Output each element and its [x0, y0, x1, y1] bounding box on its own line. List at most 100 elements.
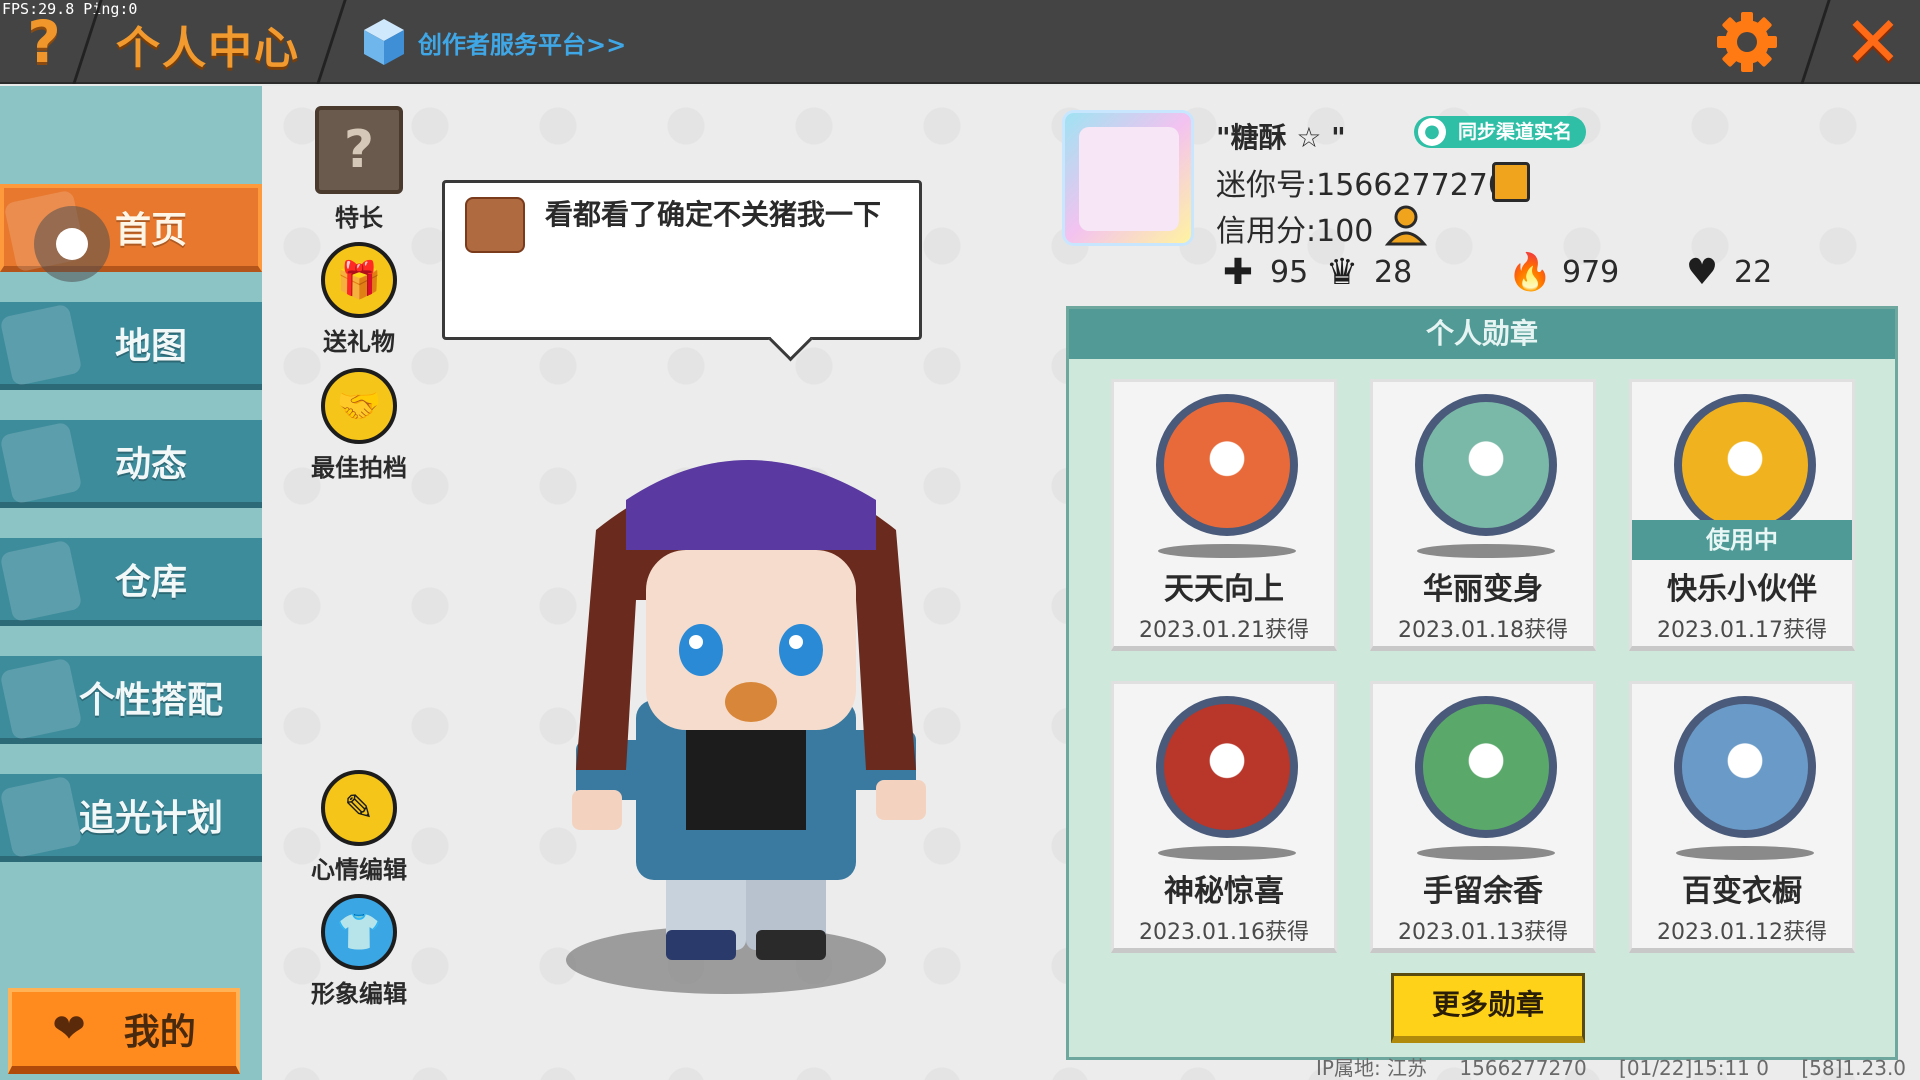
nickname: "糖酥 ☆ " [1216, 121, 1346, 154]
sync-badge-label: 同步渠道实名 [1458, 121, 1573, 143]
medal-name: 天天向上 [1164, 572, 1284, 607]
medal-shadow [1417, 846, 1555, 860]
medal-panel-title: 个人勋章 [1069, 309, 1895, 359]
medal-shadow [1158, 846, 1296, 860]
sidebar-item-chase-light[interactable]: 追光计划 [0, 774, 262, 862]
copy-icon[interactable] [1492, 162, 1530, 202]
medal-name: 华丽变身 [1423, 572, 1543, 607]
ip-location: IP属地: 江苏 [1316, 1056, 1428, 1080]
sidebar-item-outfit[interactable]: 个性搭配 [0, 656, 262, 744]
mood-bubble[interactable]: 看都看了确定不关猪我一下 [442, 180, 922, 340]
action-label: 心情编辑 [311, 856, 407, 884]
specialty-button[interactable]: ? 特长 [304, 106, 414, 233]
sidebar-item-map[interactable]: 地图 [0, 302, 262, 390]
action-label: 最佳拍档 [311, 454, 407, 482]
medal-date: 2023.01.17获得 [1657, 618, 1827, 643]
medal-card[interactable]: 华丽变身 2023.01.18获得 [1370, 379, 1596, 651]
medal-card[interactable]: 天天向上 2023.01.21获得 [1111, 379, 1337, 651]
sidebar-item-warehouse[interactable]: 仓库 [0, 538, 262, 626]
mine-label: 我的 [123, 1012, 196, 1053]
stat-popularity[interactable]: 🔥 979 [1507, 248, 1620, 296]
footer-version: [58]1.23.0 [1801, 1056, 1907, 1080]
credit-user-icon[interactable] [1384, 204, 1428, 248]
action-label: 送礼物 [323, 328, 395, 356]
mood-edit-button[interactable]: ✎ 心情编辑 [304, 770, 414, 885]
creator-platform-link[interactable]: 创作者服务平台>> [362, 14, 626, 70]
medal-shadow [1676, 846, 1814, 860]
stat-plus[interactable]: ✚ 95 [1218, 248, 1308, 296]
medal-date: 2023.01.13获得 [1398, 920, 1568, 945]
heart-icon: ♥ [1685, 251, 1719, 293]
mood-text: 看都看了确定不关猪我一下 [545, 198, 882, 231]
mine-button[interactable]: ❤ 我的 [8, 988, 240, 1074]
edit-icon: ✎ [321, 770, 397, 846]
stat-likes[interactable]: ♥ 22 [1682, 248, 1772, 296]
sync-realname-badge[interactable]: ● 同步渠道实名 [1414, 116, 1587, 148]
creator-link-label: 创作者服务平台>> [418, 30, 627, 59]
heart-icon: ❤ [52, 1006, 86, 1052]
in-use-badge: 使用中 [1632, 520, 1852, 560]
action-label: 特长 [335, 204, 383, 232]
medal-card[interactable]: 使用中 快乐小伙伴 2023.01.17获得 [1629, 379, 1855, 651]
footer-time: [01/22]15:11 0 [1619, 1056, 1769, 1080]
sidebar-item-feed[interactable]: 动态 [0, 420, 262, 508]
footer-info: IP属地: 江苏 1566277270 [01/22]15:11 0 [58]1… [1316, 1052, 1920, 1080]
send-gift-button[interactable]: 🎁 送礼物 [304, 242, 414, 357]
question-box-icon: ? [315, 106, 403, 194]
warehouse-icon [0, 539, 83, 623]
medal-card[interactable]: 百变衣橱 2023.01.12获得 [1629, 681, 1855, 953]
action-label: 形象编辑 [311, 980, 407, 1008]
medal-name: 百变衣橱 [1682, 874, 1802, 909]
medal-icon [1415, 394, 1557, 536]
avatar-image [1079, 127, 1179, 231]
divider [316, 0, 347, 84]
best-partner-button[interactable]: 🤝 最佳拍档 [304, 368, 414, 483]
bell-icon [0, 421, 83, 505]
stat-value: 28 [1374, 254, 1413, 290]
medal-card[interactable]: 神秘惊喜 2023.01.16获得 [1111, 681, 1337, 953]
stat-fans[interactable]: ♛ 28 [1322, 248, 1412, 296]
page-title: 个人中心 [116, 23, 300, 74]
gear-icon[interactable] [1714, 10, 1780, 74]
sidebar-item-label: 仓库 [114, 562, 187, 603]
outfit-icon [0, 657, 83, 741]
medal-card[interactable]: 手留余香 2023.01.13获得 [1370, 681, 1596, 953]
medal-date: 2023.01.12获得 [1657, 920, 1827, 945]
map-icon [0, 303, 83, 387]
medal-panel: 个人勋章 天天向上 2023.01.21获得 华丽变身 2023.01.18获得… [1066, 306, 1898, 1060]
medal-name: 神秘惊喜 [1164, 874, 1284, 909]
mini-id: 迷你号:1566277270 [1216, 168, 1507, 203]
medal-icon [1674, 394, 1816, 536]
medal-date: 2023.01.16获得 [1139, 920, 1309, 945]
divider [1800, 0, 1831, 84]
fans-icon: ♛ [1325, 251, 1359, 293]
cube-icon [364, 19, 404, 65]
medal-date: 2023.01.18获得 [1398, 618, 1568, 643]
stat-value: 22 [1734, 254, 1773, 290]
sidebar-item-label: 地图 [114, 326, 187, 367]
footer-uid: 1566277270 [1459, 1056, 1587, 1080]
medal-icon [1156, 394, 1298, 536]
handshake-icon: 🤝 [321, 368, 397, 444]
medal-shadow [1158, 544, 1296, 558]
chase-light-icon [0, 775, 83, 859]
close-icon[interactable]: ✕ [1840, 6, 1906, 78]
medal-name: 手留余香 [1423, 874, 1543, 909]
more-medals-button[interactable]: 更多勋章 [1391, 973, 1585, 1043]
avatar-edit-button[interactable]: 👕 形象编辑 [304, 894, 414, 1009]
stat-value: 979 [1562, 254, 1620, 290]
mood-avatar-icon [465, 197, 525, 253]
medal-icon [1156, 696, 1298, 838]
medal-shadow [1417, 544, 1555, 558]
stat-value: 95 [1270, 254, 1309, 290]
character-avatar[interactable] [536, 440, 966, 1010]
user-icon: ● [1418, 118, 1446, 146]
outfit-icon: 👕 [321, 894, 397, 970]
medal-icon [1415, 696, 1557, 838]
plus-flag-icon: ✚ [1222, 251, 1254, 293]
medal-name: 快乐小伙伴 [1667, 572, 1817, 607]
profile-avatar[interactable] [1062, 110, 1194, 246]
flame-icon: 🔥 [1507, 252, 1553, 293]
question-icon[interactable]: ? [14, 10, 74, 74]
medal-icon [1674, 696, 1816, 838]
